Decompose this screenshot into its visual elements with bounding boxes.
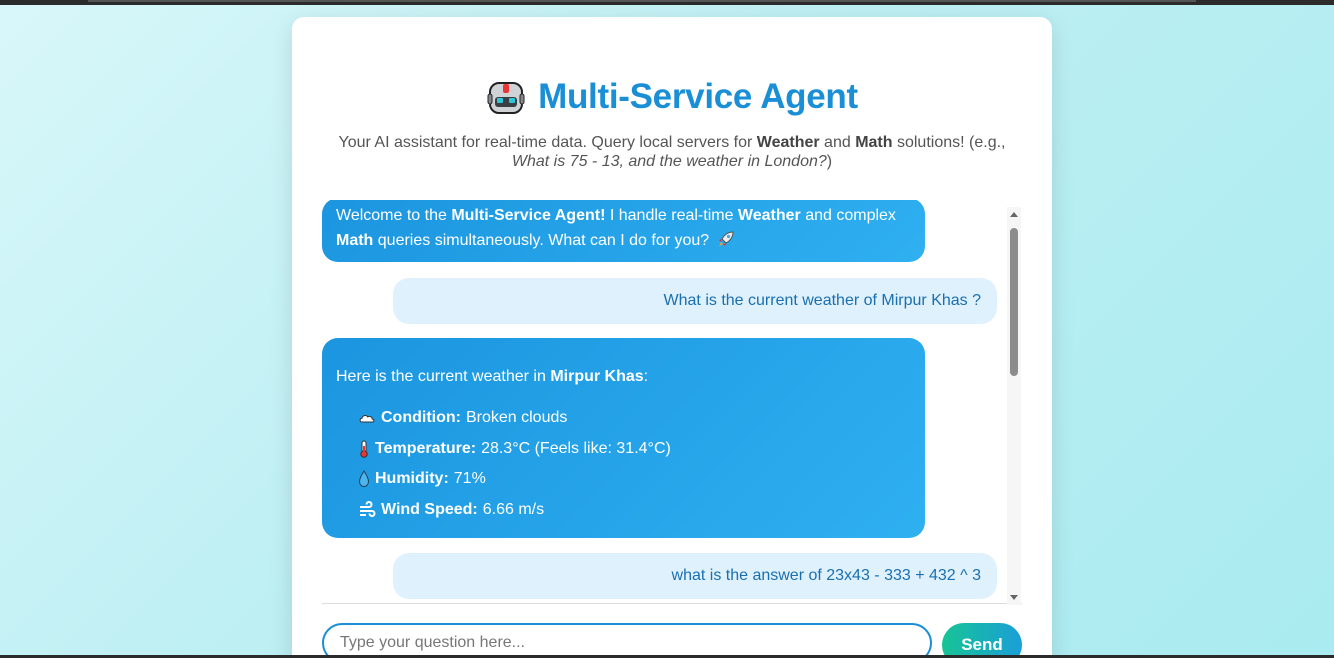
bot-message-weather: Here is the current weather in Mirpur Kh… bbox=[322, 338, 925, 538]
robot-icon bbox=[486, 77, 526, 117]
droplet-icon bbox=[358, 469, 370, 488]
weather-intro-text: Here is the current weather in bbox=[336, 368, 551, 385]
temperature-value: 28.3°C (Feels like: 31.4°C) bbox=[481, 440, 671, 457]
weather-condition-row: Condition: Broken clouds bbox=[358, 405, 567, 430]
weather-humidity-row: Humidity: 71% bbox=[358, 466, 486, 491]
window-top-edge bbox=[88, 0, 1196, 2]
wind-value: 6.66 m/s bbox=[482, 501, 545, 518]
welcome-text-4: queries simultaneously. What can I do fo… bbox=[373, 232, 710, 249]
subtitle: Your AI assistant for real-time data. Qu… bbox=[332, 133, 1012, 171]
condition-label: Condition: bbox=[381, 409, 461, 426]
weather-city: Mirpur Khas bbox=[550, 368, 644, 385]
weather-intro: Here is the current weather in Mirpur Kh… bbox=[336, 364, 648, 389]
welcome-math: Math bbox=[336, 232, 374, 249]
subtitle-post: solutions! (e.g., bbox=[892, 134, 1006, 151]
question-input[interactable] bbox=[322, 623, 932, 658]
bot-message-welcome: Welcome to the Multi-Service Agent! I ha… bbox=[322, 200, 925, 262]
welcome-text-2: I handle real-time bbox=[605, 207, 738, 224]
welcome-text: Welcome to the bbox=[336, 207, 452, 224]
humidity-label: Humidity: bbox=[375, 470, 449, 487]
subtitle-weather: Weather bbox=[756, 134, 820, 151]
header: Multi-Service Agent bbox=[292, 75, 1052, 119]
subtitle-math: Math bbox=[855, 134, 893, 151]
send-button[interactable]: Send bbox=[942, 623, 1022, 658]
welcome-agent-name: Multi-Service Agent! bbox=[451, 207, 606, 224]
subtitle-text: Your AI assistant for real-time data. Qu… bbox=[338, 134, 757, 151]
wind-icon bbox=[358, 500, 376, 519]
agent-card: Multi-Service Agent Your AI assistant fo… bbox=[292, 17, 1052, 658]
window-top-frame bbox=[0, 0, 1334, 5]
condition-value: Broken clouds bbox=[465, 409, 568, 426]
input-row: Send bbox=[322, 623, 1022, 658]
scroll-down-arrow-icon[interactable] bbox=[1010, 595, 1018, 600]
user-message: What is the current weather of Mirpur Kh… bbox=[393, 278, 997, 324]
chat-log[interactable]: Welcome to the Multi-Service Agent! I ha… bbox=[322, 200, 1022, 604]
user-message-2: what is the answer of 23x43 - 333 + 432 … bbox=[393, 553, 997, 599]
page-title: Multi-Service Agent bbox=[538, 77, 858, 116]
scrollbar-thumb[interactable] bbox=[1010, 228, 1018, 376]
chat-scrollbar[interactable] bbox=[1007, 207, 1021, 605]
scroll-up-arrow-icon[interactable] bbox=[1010, 212, 1018, 217]
weather-intro-colon: : bbox=[643, 368, 649, 385]
temperature-label: Temperature: bbox=[375, 440, 477, 457]
welcome-text-3: and complex bbox=[800, 207, 896, 224]
rocket-icon bbox=[717, 230, 735, 256]
cloud-icon bbox=[358, 409, 376, 427]
subtitle-close: ) bbox=[826, 153, 833, 170]
weather-temperature-row: Temperature: 28.3°C (Feels like: 31.4°C) bbox=[358, 436, 671, 461]
title-row: Multi-Service Agent bbox=[292, 75, 1052, 119]
welcome-weather: Weather bbox=[737, 207, 801, 224]
thermometer-icon bbox=[358, 440, 370, 458]
wind-label: Wind Speed: bbox=[381, 501, 478, 518]
subtitle-example: What is 75 - 13, and the weather in Lond… bbox=[511, 153, 827, 170]
weather-wind-row: Wind Speed: 6.66 m/s bbox=[358, 497, 544, 522]
subtitle-and: and bbox=[819, 134, 856, 151]
humidity-value: 71% bbox=[453, 470, 486, 487]
